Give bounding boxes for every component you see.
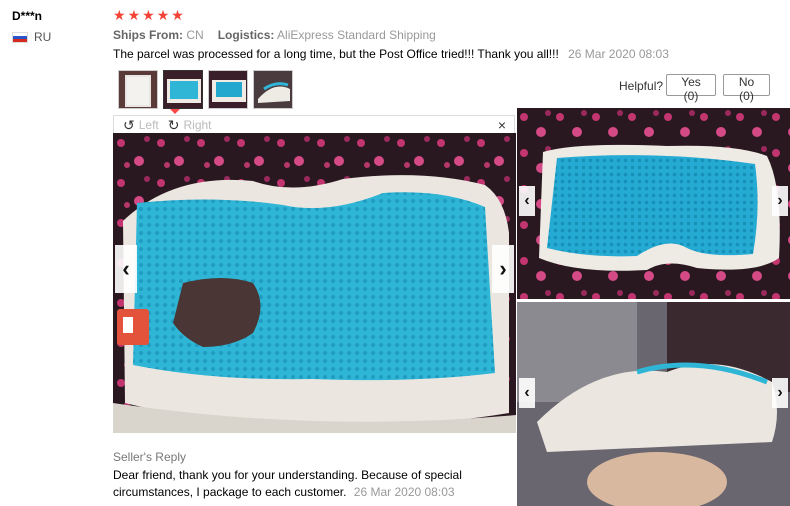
star-icon: ★	[171, 7, 184, 23]
side-review-photo: ‹ ›	[517, 302, 790, 506]
country-code: RU	[34, 30, 52, 44]
main-review-photo: ‹ ›	[113, 133, 516, 433]
helpful-label: Helpful?	[619, 79, 664, 93]
pillow-photo-image	[517, 108, 790, 299]
star-icon: ★	[113, 7, 126, 23]
helpful-yes-button[interactable]: Yes (0)	[666, 74, 716, 103]
previous-photo-button[interactable]: ‹	[519, 186, 535, 216]
star-rating: ★ ★ ★ ★ ★	[113, 7, 184, 23]
next-photo-button[interactable]: ›	[772, 378, 788, 408]
pillow-photo-image	[517, 302, 790, 506]
rotate-right-label: Right	[183, 117, 212, 132]
photo-thumbnails	[118, 70, 293, 109]
seller-reply-row: Dear friend, thank you for your understa…	[113, 467, 517, 501]
star-icon: ★	[127, 7, 141, 23]
photo-thumbnail[interactable]	[118, 70, 158, 109]
rotate-right-icon: ↻	[167, 116, 180, 133]
reviewer-name: D***n	[12, 9, 43, 23]
star-icon: ★	[142, 7, 155, 23]
reviewer-country: RU	[12, 30, 51, 44]
image-viewer-toolbar: ↺ Left ↻ Right ×	[113, 115, 515, 133]
next-photo-button[interactable]: ›	[772, 186, 788, 216]
review-date: 26 Mar 2020 08:03	[568, 47, 669, 61]
rotate-left-button[interactable]: ↺ Left	[123, 118, 159, 132]
seller-reply-date: 26 Mar 2020 08:03	[353, 485, 455, 499]
side-review-photo: ‹ ›	[517, 108, 790, 299]
next-photo-button[interactable]: ›	[492, 245, 514, 293]
logistics-value: AliExpress Standard Shipping	[277, 28, 436, 42]
active-thumbnail-pointer	[170, 109, 180, 114]
russia-flag-icon	[12, 31, 28, 43]
previous-photo-button[interactable]: ‹	[115, 245, 137, 293]
logistics-label: Logistics:	[217, 28, 275, 42]
close-viewer-icon[interactable]: ×	[498, 117, 506, 133]
previous-photo-button[interactable]: ‹	[519, 378, 535, 408]
helpful-no-button[interactable]: No (0)	[723, 74, 770, 103]
photo-thumbnail-active[interactable]	[163, 70, 203, 109]
ships-from-value: CN	[186, 28, 204, 42]
rotate-left-icon: ↺	[123, 116, 135, 133]
pillow-photo-image	[113, 133, 516, 433]
ships-from-label: Ships From:	[113, 28, 184, 42]
shipping-meta: Ships From: CN Logistics: AliExpress Sta…	[113, 28, 436, 42]
review-text: The parcel was processed for a long time…	[113, 47, 559, 61]
review-text-row: The parcel was processed for a long time…	[113, 47, 669, 61]
rotate-left-label: Left	[138, 117, 159, 132]
seller-reply-label: Seller's Reply	[113, 450, 186, 464]
photo-thumbnail[interactable]	[208, 70, 248, 109]
rotate-right-button[interactable]: ↻ Right	[168, 118, 212, 132]
star-icon: ★	[156, 7, 170, 23]
photo-thumbnail[interactable]	[253, 70, 293, 109]
